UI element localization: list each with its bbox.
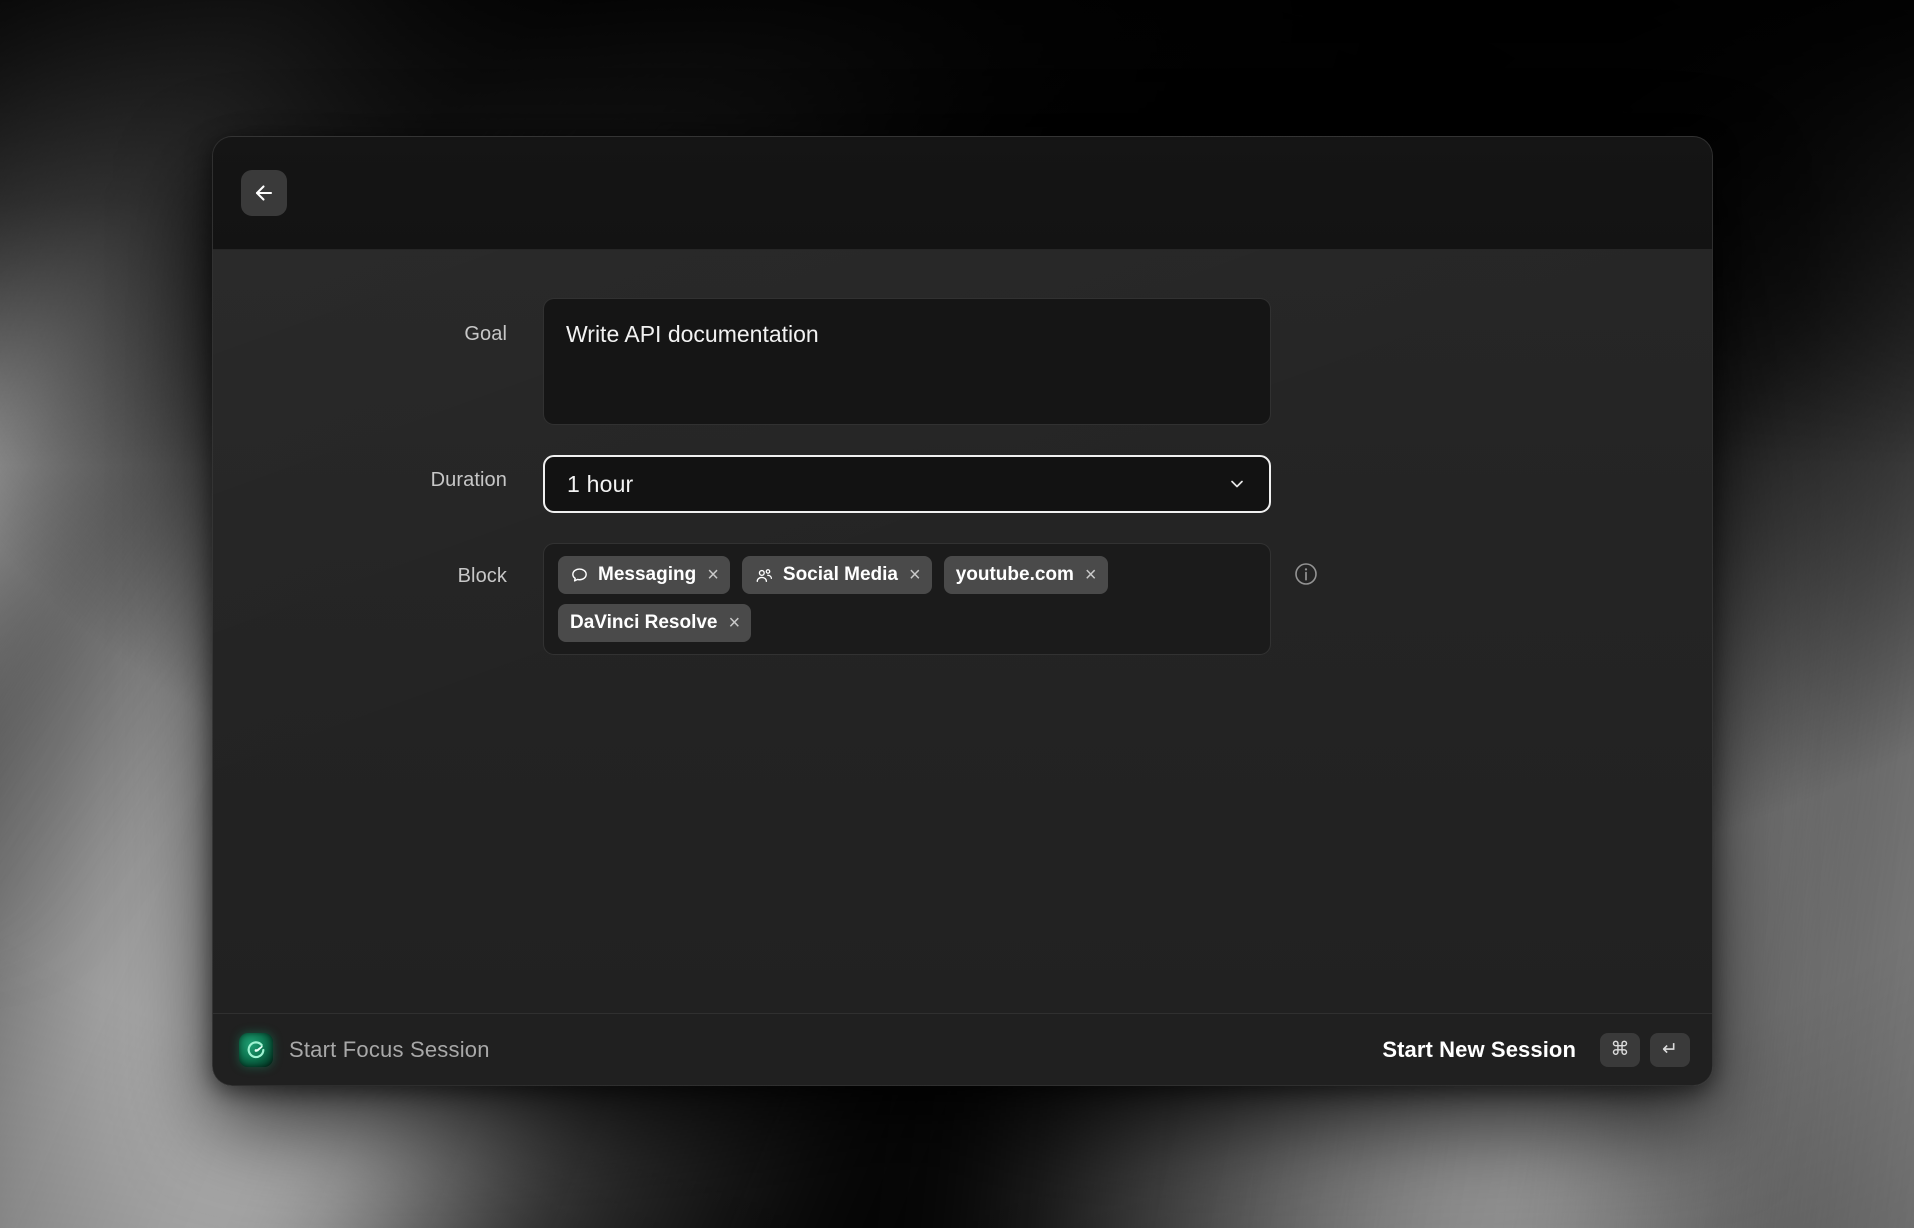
duration-field-row: Duration 1 hour bbox=[213, 455, 1712, 513]
goal-field-row: Goal bbox=[213, 298, 1712, 425]
block-chip-youtube[interactable]: youtube.com × bbox=[944, 556, 1108, 594]
dialog-header bbox=[213, 137, 1712, 250]
goal-field-wrapper bbox=[543, 298, 1271, 425]
goal-label: Goal bbox=[213, 298, 543, 346]
chip-remove-button[interactable]: × bbox=[909, 565, 921, 585]
duration-field-wrapper: 1 hour bbox=[543, 455, 1271, 513]
focus-app-icon bbox=[239, 1033, 273, 1067]
footer-action-group: Start New Session ⌘ ↵ bbox=[1382, 1033, 1690, 1067]
dialog-body: Goal Duration 1 hour Block bbox=[213, 250, 1712, 1013]
info-circle-icon[interactable] bbox=[1293, 561, 1319, 592]
duration-select[interactable]: 1 hour bbox=[543, 455, 1271, 513]
chip-label: Social Media bbox=[783, 564, 898, 586]
focus-session-dialog: Goal Duration 1 hour Block bbox=[212, 136, 1713, 1086]
block-chips-input[interactable]: Messaging × Social bbox=[543, 543, 1271, 655]
chip-label: DaVinci Resolve bbox=[570, 612, 718, 634]
speech-bubble-icon bbox=[570, 566, 589, 585]
chevron-down-icon bbox=[1227, 474, 1247, 494]
back-button[interactable] bbox=[241, 170, 287, 216]
block-chip-messaging[interactable]: Messaging × bbox=[558, 556, 730, 594]
dialog-footer: Start Focus Session Start New Session ⌘ … bbox=[213, 1013, 1712, 1085]
footer-app-group: Start Focus Session bbox=[239, 1033, 490, 1067]
block-chip-davinci-resolve[interactable]: DaVinci Resolve × bbox=[558, 604, 751, 642]
people-group-icon bbox=[754, 566, 774, 585]
footer-app-label: Start Focus Session bbox=[289, 1037, 490, 1063]
chip-label: youtube.com bbox=[956, 564, 1074, 586]
chip-remove-button[interactable]: × bbox=[707, 565, 719, 585]
return-key-icon[interactable]: ↵ bbox=[1650, 1033, 1690, 1067]
goal-input[interactable] bbox=[543, 298, 1271, 425]
block-label: Block bbox=[213, 543, 543, 588]
duration-label: Duration bbox=[213, 455, 543, 492]
arrow-left-icon bbox=[252, 181, 276, 205]
chip-remove-button[interactable]: × bbox=[729, 613, 741, 633]
block-field-wrapper: Messaging × Social bbox=[543, 543, 1319, 655]
chip-label: Messaging bbox=[598, 564, 696, 586]
chip-remove-button[interactable]: × bbox=[1085, 565, 1097, 585]
command-key-icon[interactable]: ⌘ bbox=[1600, 1033, 1640, 1067]
start-new-session-button[interactable]: Start New Session bbox=[1382, 1037, 1576, 1063]
block-field-row: Block Messaging × bbox=[213, 543, 1712, 655]
duration-selected-value: 1 hour bbox=[567, 471, 633, 498]
block-chip-social-media[interactable]: Social Media × bbox=[742, 556, 932, 594]
